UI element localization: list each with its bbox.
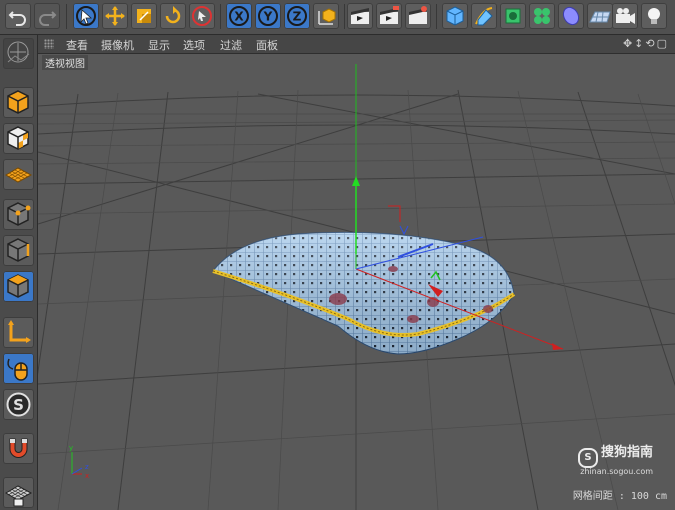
workplane-grid-icon <box>5 167 33 183</box>
enable-snap-button[interactable] <box>3 433 34 464</box>
light-button[interactable] <box>641 3 667 29</box>
watermark-title: 搜狗指南 <box>600 445 653 460</box>
model-mode-button[interactable] <box>3 87 34 118</box>
deformer-button[interactable] <box>558 3 584 29</box>
menu-options[interactable]: 选项 <box>183 37 205 53</box>
make-editable-button[interactable] <box>3 38 34 69</box>
subdivision-surface-button[interactable] <box>500 3 526 29</box>
model-cube-icon <box>7 90 29 114</box>
snap-s-icon: S <box>6 392 31 417</box>
axis-corner-icon <box>8 320 31 343</box>
add-cube-button[interactable] <box>442 3 468 29</box>
svg-text:y: y <box>69 444 73 452</box>
viewport-label: 透视视图 <box>42 55 88 70</box>
perspective-viewport[interactable]: y z x 透视视图 S 搜狗指南 zhinan.sogou.com 网格间距 :… <box>38 54 675 510</box>
svg-text:Z: Z <box>293 10 302 24</box>
world-axis-indicator: y z x <box>69 444 89 480</box>
point-cube-icon <box>7 202 31 226</box>
array-button[interactable] <box>529 3 555 29</box>
redo-icon <box>39 11 57 26</box>
render-settings-button[interactable] <box>405 3 431 29</box>
clapper-icon <box>351 8 369 24</box>
scale-tool-button[interactable] <box>131 3 157 29</box>
cube-icon <box>446 6 464 26</box>
z-axis-toggle[interactable]: Z <box>284 3 310 29</box>
cursor-icon <box>76 6 96 26</box>
point-mode-button[interactable] <box>3 199 34 230</box>
light-bulb-icon <box>648 8 660 24</box>
polygon-mode-button[interactable] <box>3 271 34 302</box>
x-axis-toggle[interactable]: X <box>226 3 252 29</box>
viewport-menubar: 查看 摄像机 显示 选项 过滤 面板 ✥↕⟲▢ <box>38 35 675 54</box>
undo-button[interactable] <box>5 3 31 29</box>
menu-panel[interactable]: 面板 <box>256 37 278 53</box>
snap-button[interactable]: S <box>3 389 34 420</box>
magnet-icon <box>9 438 28 458</box>
mode-sidebar: S <box>0 35 38 510</box>
svg-text:Y: Y <box>263 10 273 24</box>
sogou-logo-icon: S <box>577 448 598 468</box>
move-view-icon[interactable]: ↕ <box>634 37 645 50</box>
render-view-button[interactable] <box>347 3 373 29</box>
x-axis-icon: X <box>229 6 249 26</box>
workplane-mode-button[interactable] <box>3 159 34 190</box>
coordinate-system-icon <box>318 8 336 25</box>
pan-view-icon[interactable]: ✥ <box>623 37 634 50</box>
main-toolbar: X Y Z <box>0 0 675 35</box>
sogou-watermark: S 搜狗指南 zhinan.sogou.com <box>577 441 653 476</box>
y-axis-icon: Y <box>258 6 278 26</box>
move-arrows-icon <box>105 6 125 26</box>
rotate-icon <box>165 6 181 24</box>
pen-icon <box>475 7 493 26</box>
mouse-icon <box>7 358 28 381</box>
svg-text:x: x <box>85 472 89 480</box>
watermark-url: zhinan.sogou.com <box>580 467 653 476</box>
menu-filter[interactable]: 过滤 <box>220 37 242 53</box>
clapper-settings-icon <box>409 6 427 24</box>
locked-workplane-button[interactable] <box>3 477 34 508</box>
clapper-render-icon <box>380 6 399 24</box>
move-tool-button[interactable] <box>102 3 128 29</box>
rotate-tool-button[interactable] <box>160 3 186 29</box>
maximize-view-icon[interactable]: ▢ <box>657 37 669 50</box>
drag-grip-icon[interactable] <box>44 39 54 49</box>
bend-deformer-icon <box>562 6 580 26</box>
coordinate-system-button[interactable] <box>313 3 339 29</box>
recent-tools-button[interactable] <box>189 3 215 29</box>
y-axis-toggle[interactable]: Y <box>255 3 281 29</box>
subdivision-icon <box>505 8 521 24</box>
grid-spacing-readout: 网格间距 : 100 cm <box>572 491 667 502</box>
camera-icon <box>616 8 635 24</box>
grid-lock-icon <box>5 485 33 507</box>
rotate-view-icon[interactable]: ⟲ <box>645 37 656 50</box>
polygon-cube-icon <box>7 274 29 298</box>
svg-text:z: z <box>85 463 89 471</box>
cursor-circle-icon <box>192 6 212 26</box>
redo-button[interactable] <box>34 3 60 29</box>
cloner-icon <box>534 8 550 24</box>
floor-button[interactable] <box>587 3 613 29</box>
menu-camera[interactable]: 摄像机 <box>101 37 134 53</box>
viewport-nav-controls: ✥↕⟲▢ <box>623 37 669 50</box>
undo-icon <box>8 11 26 26</box>
camera-button[interactable] <box>612 3 638 29</box>
edge-cube-icon <box>7 238 30 262</box>
svg-text:S: S <box>13 396 24 414</box>
svg-text:X: X <box>234 10 244 24</box>
z-axis-icon: Z <box>287 6 307 26</box>
scale-icon <box>137 9 151 23</box>
live-selection-button[interactable] <box>73 3 99 29</box>
enable-axis-button[interactable] <box>3 317 34 348</box>
texture-mode-button[interactable] <box>3 123 34 154</box>
edge-mode-button[interactable] <box>3 235 34 266</box>
menu-display[interactable]: 显示 <box>148 37 170 53</box>
pillow-mesh[interactable] <box>212 231 516 355</box>
render-to-picture-viewer-button[interactable] <box>376 3 402 29</box>
make-editable-icon <box>7 41 30 63</box>
spline-pen-button[interactable] <box>471 3 497 29</box>
floor-icon <box>589 11 611 23</box>
texture-checker-icon <box>7 126 29 150</box>
menu-view[interactable]: 查看 <box>66 37 88 53</box>
tweak-mode-button[interactable] <box>3 353 34 384</box>
